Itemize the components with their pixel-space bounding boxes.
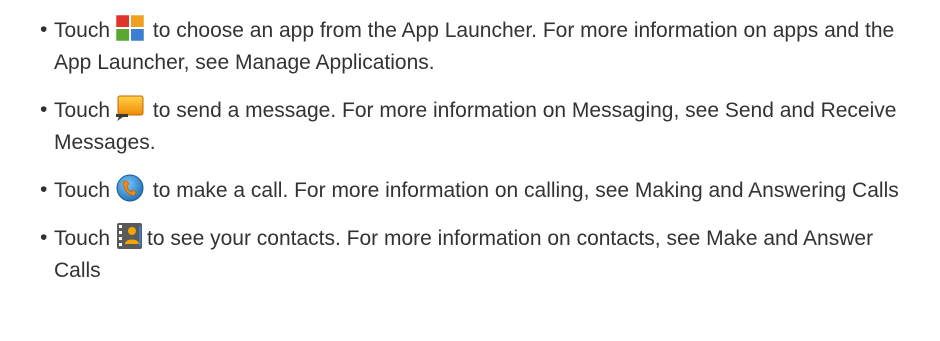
instruction-list: • Touch to choose an app from the App La…	[40, 14, 920, 287]
bullet-dot: •	[40, 98, 48, 121]
item-body-text: to choose an app from the App Launcher. …	[54, 19, 895, 74]
item-body-text: to see your contacts. For more informati…	[54, 227, 874, 282]
bullet-dot: •	[40, 178, 48, 201]
list-item: • Touch to choose an app from the App La…	[40, 14, 924, 79]
list-item: • Touch to see your contacts. For more i…	[40, 222, 924, 287]
list-item: • Touch to send a message. For more info…	[40, 94, 924, 159]
bullet-dot: •	[40, 18, 48, 41]
bullet-dot: •	[40, 226, 48, 249]
item-body-text: to make a call. For more information on …	[147, 179, 899, 202]
item-lead-text: Touch	[54, 99, 111, 122]
item-body-text: to send a message. For more information …	[54, 99, 897, 154]
app-launcher-icon	[115, 14, 145, 42]
list-item: • Touch to make a call. For more informa…	[40, 174, 924, 207]
document-page: • Touch to choose an app from the App La…	[0, 0, 940, 341]
item-lead-text: Touch	[54, 227, 111, 250]
item-lead-text: Touch	[54, 19, 111, 42]
messaging-icon	[115, 94, 145, 122]
contacts-icon	[115, 222, 145, 250]
item-lead-text: Touch	[54, 179, 111, 202]
phone-icon	[115, 174, 145, 202]
